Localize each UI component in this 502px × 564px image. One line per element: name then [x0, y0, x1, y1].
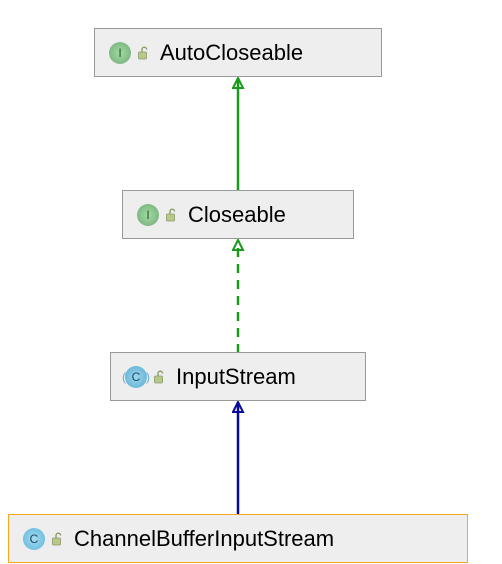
node-label: AutoCloseable	[160, 40, 303, 66]
node-channelbufferinputstream: C ChannelBufferInputStream	[8, 514, 468, 563]
lock-open-icon	[51, 532, 64, 546]
interface-badge-icon: I	[137, 204, 159, 226]
node-closeable: I Closeable	[122, 190, 354, 239]
node-autocloseable: I AutoCloseable	[94, 28, 382, 77]
lock-open-icon	[153, 370, 166, 384]
node-label: Closeable	[188, 202, 286, 228]
abstract-class-badge-icon: ( C )	[125, 366, 147, 388]
node-label: InputStream	[176, 364, 296, 390]
class-badge-icon: C	[23, 528, 45, 550]
node-inputstream: ( C ) InputStream	[110, 352, 366, 401]
interface-badge-icon: I	[109, 42, 131, 64]
node-label: ChannelBufferInputStream	[74, 526, 334, 552]
arrows-layer	[0, 0, 502, 564]
lock-open-icon	[165, 208, 178, 222]
lock-open-icon	[137, 46, 150, 60]
class-hierarchy-diagram: I AutoCloseable I Closeable ( C ) InputS…	[0, 0, 502, 564]
